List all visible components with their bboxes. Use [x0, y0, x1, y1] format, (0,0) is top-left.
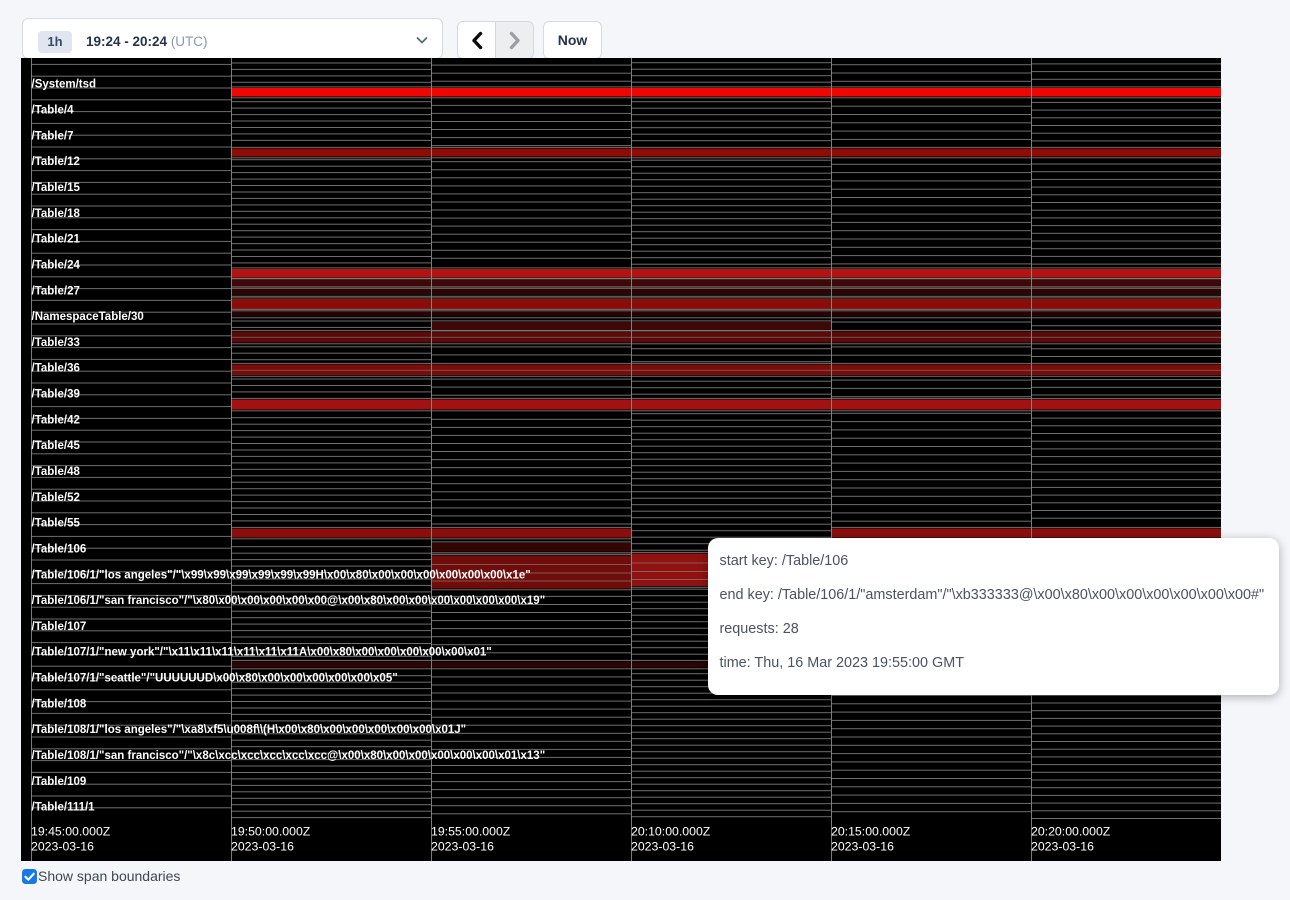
svg-text:19:50:00.000Z: 19:50:00.000Z — [231, 825, 311, 839]
svg-text:/System/tsd: /System/tsd — [32, 79, 97, 91]
svg-text:2023-03-16: 2023-03-16 — [231, 840, 294, 854]
svg-text:/Table/18: /Table/18 — [32, 208, 81, 220]
svg-text:/Table/107: /Table/107 — [32, 621, 87, 633]
svg-text:/Table/111/1: /Table/111/1 — [32, 802, 96, 814]
svg-text:/Table/107/1/"new york"/"\x11\: /Table/107/1/"new york"/"\x11\x11\x11\x1… — [32, 647, 492, 659]
svg-text:/Table/55: /Table/55 — [32, 518, 81, 530]
svg-text:/Table/12: /Table/12 — [32, 156, 80, 168]
svg-text:/Table/45: /Table/45 — [32, 440, 81, 452]
svg-text:/Table/52: /Table/52 — [32, 492, 80, 504]
svg-text:/Table/108/1/"san francisco"/": /Table/108/1/"san francisco"/"\x8c\xcc\x… — [32, 750, 546, 762]
svg-text:2023-03-16: 2023-03-16 — [831, 840, 894, 854]
svg-text:/Table/106/1/"san francisco"/": /Table/106/1/"san francisco"/"\x80\x00\x… — [32, 595, 546, 607]
svg-text:20:15:00.000Z: 20:15:00.000Z — [831, 825, 911, 839]
svg-text:/Table/7: /Table/7 — [32, 130, 74, 142]
svg-text:/Table/4: /Table/4 — [32, 105, 75, 117]
svg-text:/Table/106: /Table/106 — [32, 544, 87, 556]
svg-text:2023-03-16: 2023-03-16 — [431, 840, 494, 854]
svg-text:/Table/36: /Table/36 — [32, 363, 80, 375]
svg-text:/Table/21: /Table/21 — [32, 234, 81, 246]
svg-text:/Table/108: /Table/108 — [32, 698, 87, 710]
svg-text:19:45:00.000Z: 19:45:00.000Z — [31, 825, 111, 839]
svg-text:/Table/108/1/"los angeles"/"\x: /Table/108/1/"los angeles"/"\xa8\xf5\u00… — [32, 724, 467, 736]
svg-text:20:10:00.000Z: 20:10:00.000Z — [631, 825, 711, 839]
svg-text:/Table/27: /Table/27 — [32, 285, 80, 297]
svg-text:19:55:00.000Z: 19:55:00.000Z — [431, 825, 511, 839]
svg-text:2023-03-16: 2023-03-16 — [31, 840, 94, 854]
svg-text:2023-03-16: 2023-03-16 — [631, 840, 694, 854]
svg-text:/Table/15: /Table/15 — [32, 182, 81, 194]
svg-text:2023-03-16: 2023-03-16 — [1031, 840, 1094, 854]
svg-text:/Table/42: /Table/42 — [32, 414, 80, 426]
svg-text:/Table/24: /Table/24 — [32, 259, 81, 271]
svg-text:/Table/39: /Table/39 — [32, 389, 80, 401]
svg-text:/Table/48: /Table/48 — [32, 466, 81, 478]
svg-text:/Table/107/1/"seattle"/"UUUUUU: /Table/107/1/"seattle"/"UUUUUUD\x00\x80\… — [32, 673, 398, 685]
svg-text:/Table/33: /Table/33 — [32, 337, 80, 349]
svg-text:/Table/106/1/"los angeles"/"\x: /Table/106/1/"los angeles"/"\x99\x99\x99… — [32, 569, 531, 581]
svg-text:/Table/109: /Table/109 — [32, 776, 87, 788]
svg-text:/NamespaceTable/30: /NamespaceTable/30 — [32, 311, 144, 323]
svg-text:20:20:00.000Z: 20:20:00.000Z — [1031, 825, 1111, 839]
